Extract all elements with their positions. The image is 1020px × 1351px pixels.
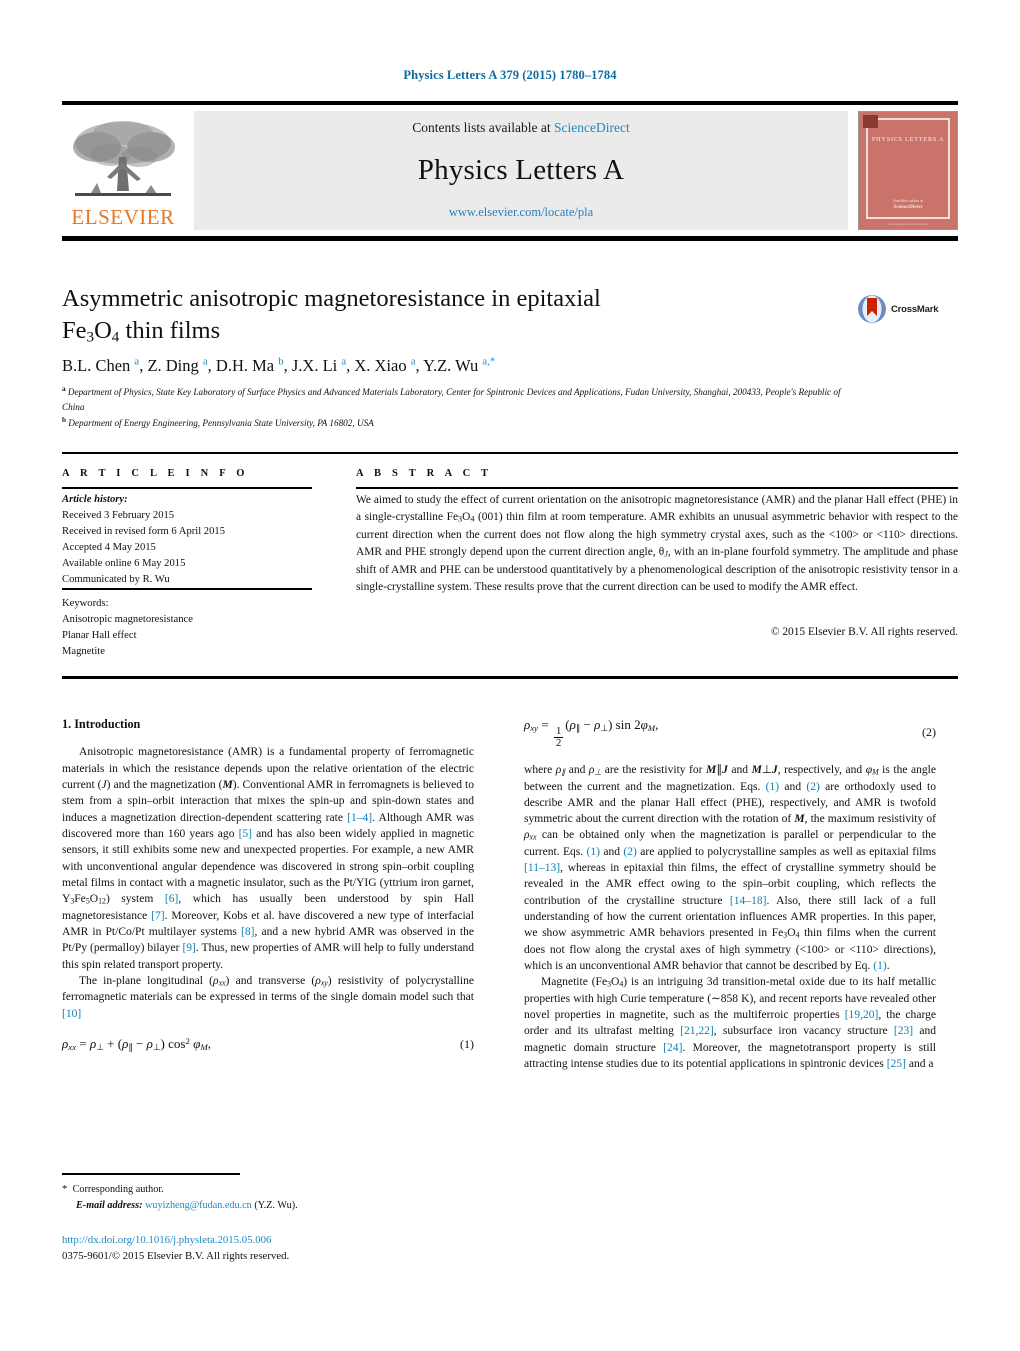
history-item: Accepted 4 May 2015: [62, 542, 156, 554]
paper-title-line1: Asymmetric anisotropic magnetoresistance…: [62, 285, 601, 312]
contents-prefix: Contents lists available at: [412, 120, 554, 135]
crossmark-label: CrossMark: [891, 303, 939, 315]
author-list: B.L. Chen a, Z. Ding a, D.H. Ma b, J.X. …: [62, 355, 862, 376]
footnote-block: * Corresponding author. E-mail address: …: [62, 1181, 482, 1214]
info-top-rule: [62, 452, 958, 454]
keywords-block: Keywords: Anisotropic magnetoresistance …: [62, 596, 312, 660]
cover-footer-line1: Available online at: [892, 197, 924, 203]
page-title: Asymmetric anisotropic magnetoresistance…: [62, 283, 852, 347]
title-block: Asymmetric anisotropic magnetoresistance…: [62, 283, 852, 347]
paper-title-line2: Fe3O4 thin films: [62, 316, 221, 346]
elsevier-tree-icon: [73, 121, 175, 196]
email-note: E-mail address: wuyizheng@fudan.edu.cn (…: [62, 1198, 482, 1214]
corresponding-author-star: *: [62, 1183, 68, 1195]
email-label: E-mail address:: [76, 1200, 143, 1212]
equation-2: ρxy = 1 2 (ρ∥ − ρ⊥) sin 2φM, (2): [524, 716, 936, 749]
abstract-copyright: © 2015 Elsevier B.V. All rights reserved…: [770, 626, 958, 638]
body-column-left: 1. Introduction Anisotropic magnetoresis…: [62, 716, 474, 1066]
abstract-text: We aimed to study the effect of current …: [356, 494, 959, 594]
masthead-bottom-rule: [62, 236, 958, 241]
article-info-heading: A R T I C L E I N F O: [62, 468, 249, 479]
cover-title: PHYSICS LETTERS A: [871, 136, 945, 143]
section-heading-introduction: 1. Introduction: [62, 717, 141, 731]
paragraph: Anisotropic magnetoresistance (AMR) is a…: [62, 746, 475, 971]
journal-title: Physics Letters A: [417, 154, 625, 186]
sciencedirect-link[interactable]: ScienceDirect: [554, 120, 630, 135]
masthead-center-panel: Contents lists available at ScienceDirec…: [194, 111, 848, 230]
paper-page: Physics Letters A 379 (2015) 1780–1784 E…: [0, 0, 1020, 1351]
article-history-label: Article history:: [62, 494, 128, 505]
history-item: Received in revised form 6 April 2015: [62, 526, 225, 538]
history-item: Available online 6 May 2015: [62, 558, 186, 570]
issn-copyright-line: 0375-9601/© 2015 Elsevier B.V. All right…: [62, 1250, 290, 1263]
equation-1: ρxx = ρ⊥ + (ρ∥ − ρ⊥) cos2 φM, (1): [62, 1035, 474, 1053]
abstract-heading: A B S T R A C T: [356, 468, 493, 479]
keyword-item: Planar Hall effect: [62, 630, 137, 642]
abstract-rule: [356, 487, 958, 489]
cover-footer-line2: ScienceDirect: [893, 204, 923, 210]
affiliation-a: a Department of Physics, State Key Labor…: [62, 385, 841, 412]
email-link[interactable]: wuyizheng@fudan.edu.cn: [145, 1200, 252, 1211]
history-item: Received 3 February 2015: [62, 510, 175, 522]
journal-masthead: ELSEVIER Contents lists available at Sci…: [62, 101, 958, 230]
elsevier-wordmark: ELSEVIER: [71, 205, 175, 229]
corresponding-author-note: * Corresponding author.: [62, 1181, 482, 1198]
equation-1-number: (1): [460, 1036, 474, 1051]
crossmark-badge[interactable]: CrossMark: [857, 292, 953, 326]
cover-footer-line3: www.elsevier.com/locate/pla: [888, 222, 928, 226]
publication-info: http://dx.doi.org/10.1016/j.physleta.201…: [62, 1232, 482, 1264]
journal-cover-thumbnail: PHYSICS LETTERS A Available online at Sc…: [858, 111, 958, 230]
abstract-bottom-rule: [62, 676, 958, 679]
journal-homepage-link[interactable]: www.elsevier.com/locate/pla: [449, 205, 593, 220]
cover-footer: Available online at ScienceDirect: [859, 198, 957, 212]
paragraph: Magnetite (Fe3O4) is an intriguing 3d tr…: [524, 976, 937, 1071]
contents-available-line: Contents lists available at ScienceDirec…: [412, 120, 629, 136]
info-rule: [62, 487, 312, 489]
equation-2-number: (2): [922, 725, 936, 740]
corresponding-author-label: Corresponding author.: [72, 1184, 164, 1195]
keyword-item: Anisotropic magnetoresistance: [62, 614, 193, 626]
affiliations: a Department of Physics, State Key Labor…: [62, 384, 862, 431]
email-suffix: (Y.Z. Wu).: [251, 1200, 298, 1212]
cover-badge-icon: [863, 115, 878, 128]
running-head: Physics Letters A 379 (2015) 1780–1784: [403, 68, 617, 82]
paragraph: The in-plane longitudinal (ρxx) and tran…: [62, 974, 474, 1020]
equation-1-body: ρxx = ρ⊥ + (ρ∥ − ρ⊥) cos2 φM,: [62, 1035, 211, 1052]
equation-2-body: ρxy = 1 2 (ρ∥ − ρ⊥) sin 2φM,: [524, 717, 659, 749]
keywords-label: Keywords:: [62, 598, 109, 609]
footnote-rule: [62, 1173, 240, 1175]
keywords-rule: [62, 588, 312, 590]
crossmark-icon: [858, 295, 886, 323]
affiliation-b: b Department of Energy Engineering, Penn…: [62, 415, 374, 428]
paragraph: where ρ∥ and ρ⊥ are the resistivity for …: [524, 764, 937, 973]
authors-text: B.L. Chen a, Z. Ding a, D.H. Ma b, J.X. …: [62, 355, 496, 375]
article-history: Article history: Received 3 February 201…: [62, 492, 312, 589]
body-column-right: ρxy = 1 2 (ρ∥ − ρ⊥) sin 2φM, (2) where ρ∥ …: [524, 716, 936, 1072]
doi-link[interactable]: http://dx.doi.org/10.1016/j.physleta.201…: [62, 1232, 482, 1248]
history-item: Communicated by R. Wu: [62, 574, 170, 586]
keyword-item: Magnetite: [62, 646, 105, 658]
elsevier-logo: ELSEVIER: [62, 111, 184, 230]
